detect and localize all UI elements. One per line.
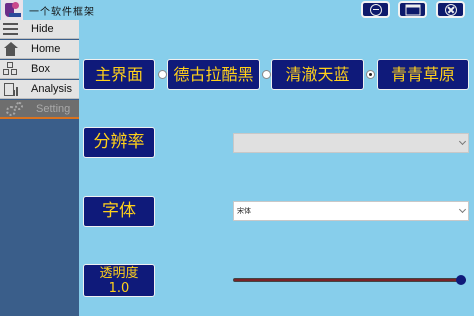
font-label: 字体: [83, 196, 155, 227]
sidebar-item-label: Analysis: [31, 83, 72, 95]
opacity-slider-thumb[interactable]: [456, 275, 466, 285]
close-button[interactable]: [436, 1, 465, 18]
theme-radio-dracula-dark[interactable]: [262, 70, 271, 79]
home-icon: [3, 42, 18, 57]
maximize-icon: [405, 4, 420, 15]
theme-radio-main[interactable]: [158, 70, 167, 79]
minimize-button[interactable]: [361, 1, 390, 18]
analysis-icon: [3, 82, 18, 97]
gear-icon: [6, 102, 28, 117]
app-logo-icon: [1, 0, 23, 20]
opacity-label-text: 透明度: [99, 266, 139, 281]
theme-radio-clear-sky-blue[interactable]: [366, 70, 375, 79]
sidebar-item-label: Home: [31, 43, 61, 55]
window-title: 一个软件框架: [29, 7, 95, 18]
sidebar-item-analysis[interactable]: Analysis: [0, 80, 79, 99]
sidebar-item-label: Setting: [36, 103, 71, 115]
opacity-value: 1.0: [108, 281, 130, 296]
sidebar-item-label: Hide: [31, 23, 54, 35]
sidebar-item-hide[interactable]: Hide: [0, 20, 79, 39]
minimize-icon: [369, 3, 382, 16]
maximize-button[interactable]: [398, 1, 427, 18]
sidebar-item-label: Box: [31, 63, 50, 75]
close-icon: [444, 3, 457, 16]
opacity-label: 透明度 1.0: [83, 264, 155, 297]
sidebar-item-home[interactable]: Home: [0, 40, 79, 59]
title-bar: 一个软件框架: [0, 0, 474, 20]
theme-option-green-grassland[interactable]: 青青草原: [377, 59, 469, 90]
chevron-down-icon: [458, 205, 467, 214]
resolution-label: 分辨率: [83, 127, 155, 158]
opacity-slider-track[interactable]: [233, 278, 466, 282]
box-icon: [3, 62, 18, 77]
sidebar: Hide Home Box Analysis Setting: [0, 20, 79, 316]
resolution-select[interactable]: [233, 133, 469, 153]
sidebar-item-box[interactable]: Box: [0, 60, 79, 79]
sidebar-item-setting[interactable]: Setting: [0, 100, 79, 119]
theme-option-dracula-dark[interactable]: 德古拉酷黑: [167, 59, 260, 90]
menu-icon: [3, 22, 18, 37]
theme-option-clear-sky-blue[interactable]: 清澈天蓝: [271, 59, 364, 90]
font-value: 宋体: [237, 207, 251, 215]
font-select[interactable]: 宋体: [233, 201, 469, 221]
chevron-down-icon: [458, 137, 467, 146]
theme-option-main[interactable]: 主界面: [83, 59, 155, 90]
